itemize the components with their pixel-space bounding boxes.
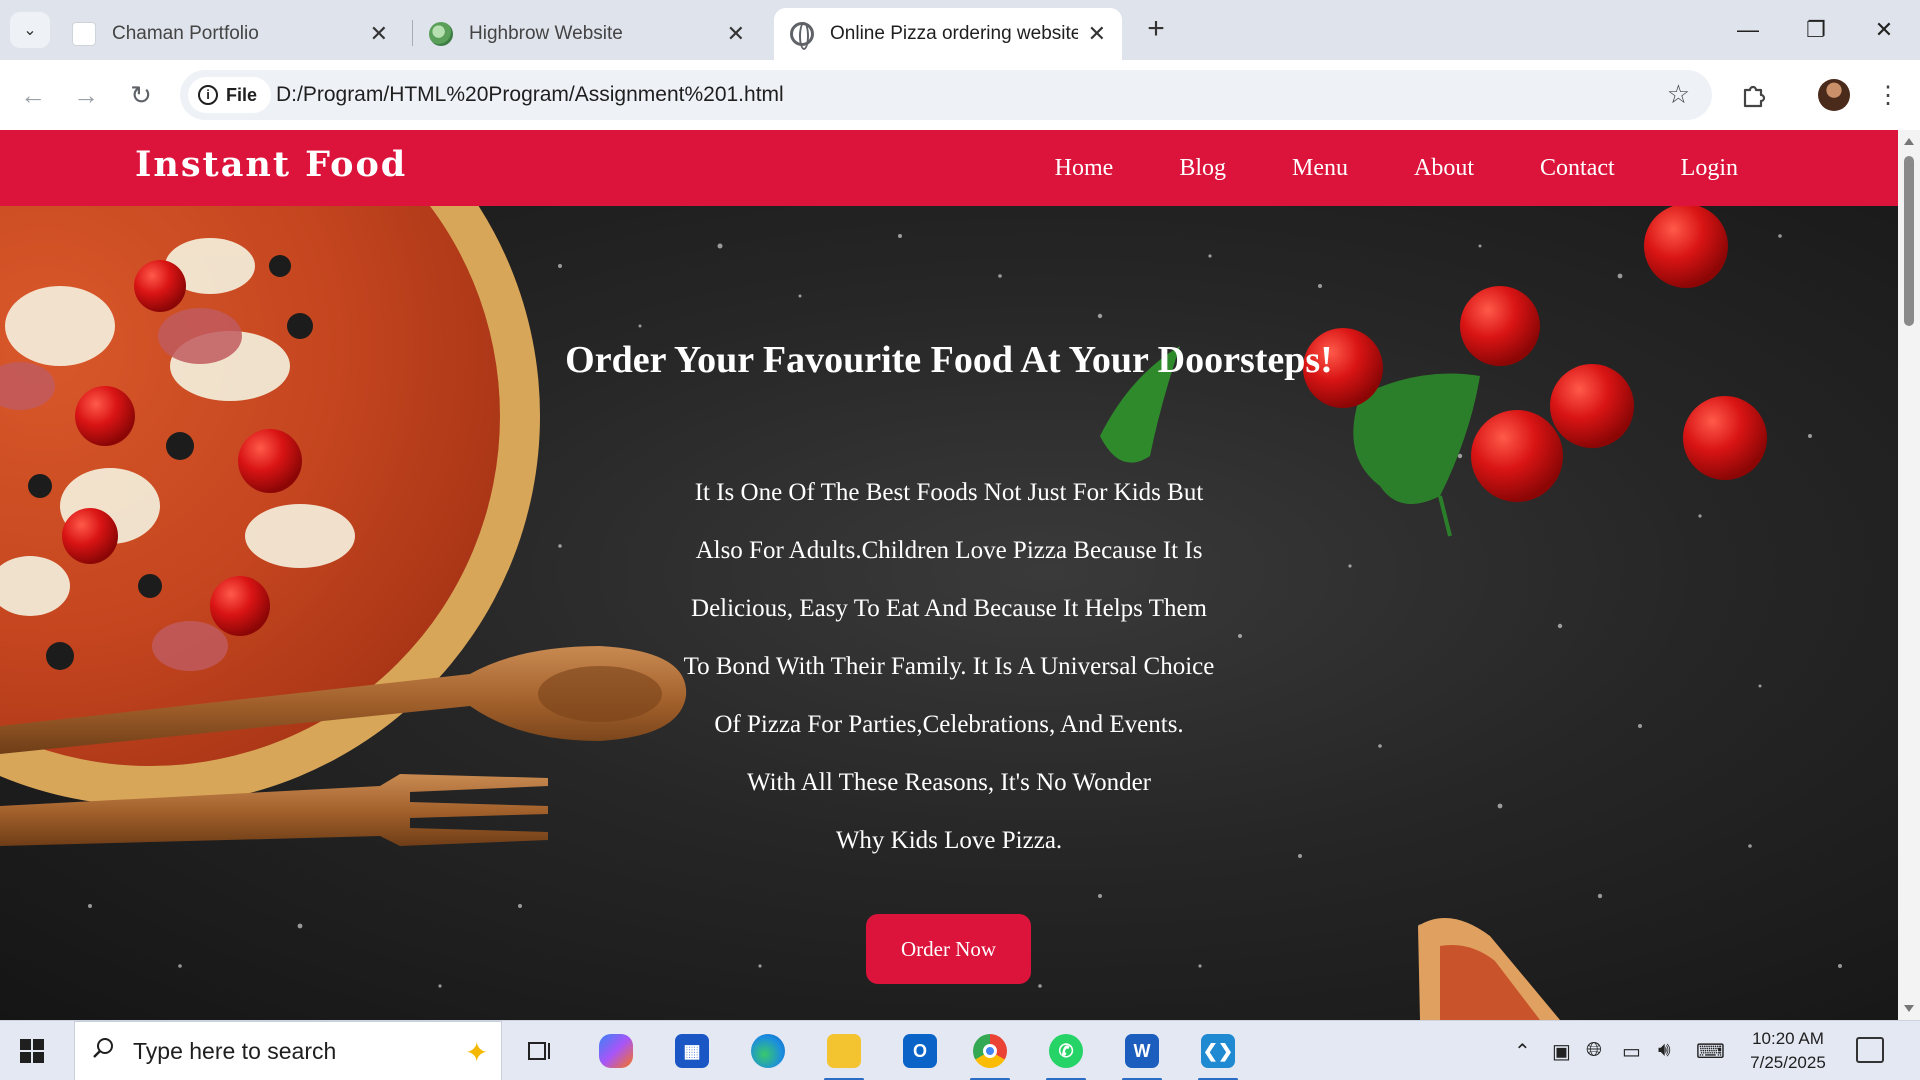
arrow-right-icon: → [73,79,99,110]
taskbar-clock[interactable]: 10:20 AM 7/25/2025 [1728,1027,1848,1075]
hero-title: Order Your Favourite Food At Your Doorst… [565,339,1333,381]
back-button[interactable]: ← [15,77,51,113]
outlook-glyph: O [903,1034,937,1068]
keyboard-icon[interactable]: ⌨ [1696,1039,1725,1064]
hero-description-line: To Bond With Their Family. It Is A Unive… [683,653,1215,680]
page-viewport: Instant Food Home Blog Menu About Contac… [0,130,1898,1020]
browser-toolbar: ← → ↻ i File D:/Program/HTML%20Program/A… [0,60,1920,130]
network-globe-icon[interactable]: 🌐︎ [1586,1039,1602,1062]
arrow-left-icon: ← [20,79,46,110]
chrome-glyph [973,1034,1007,1068]
hero-description-line: Of Pizza For Parties,Celebrations, And E… [714,711,1184,738]
nav-contact-link[interactable]: Contact [1540,155,1615,182]
show-hidden-icons-chevron-icon[interactable]: ⌃ [1514,1039,1531,1064]
outlook-icon[interactable]: O [896,1029,944,1073]
document-icon [72,22,96,46]
page-scrollbar[interactable] [1898,130,1920,1020]
edge-icon[interactable] [744,1029,792,1073]
reload-icon: ↻ [130,79,152,110]
windows-taskbar: Type here to search ✦ ▦ O ✆ W ❮❯ ⌃ ▣ 🌐︎ … [0,1020,1920,1080]
clock-date: 7/25/2025 [1750,1053,1826,1072]
word-icon[interactable]: W [1118,1029,1166,1080]
hero-description-line: With All These Reasons, It's No Wonder [747,769,1151,796]
more-vertical-icon: ⋮ [1876,81,1900,109]
copilot-sparkle-icon: ✦ [465,1037,489,1068]
tab-title: Online Pizza ordering website [830,23,1078,44]
close-tab-icon[interactable]: ✕ [370,21,388,47]
address-bar[interactable]: i File D:/Program/HTML%20Program/Assignm… [180,70,1712,120]
store-glyph: ▦ [675,1034,709,1068]
minimize-button[interactable]: — [1718,8,1778,52]
file-explorer-icon[interactable] [820,1029,868,1080]
hero-section: Order Your Favourite Food At Your Doorst… [0,206,1898,1020]
globe-icon [790,22,814,50]
taskbar-search-box[interactable]: Type here to search ✦ [74,1021,502,1080]
copilot-icon[interactable] [592,1029,640,1073]
taskbar-search-placeholder: Type here to search [133,1038,337,1064]
browser-menu-button[interactable]: ⋮ [1870,77,1906,113]
profile-avatar[interactable] [1818,79,1850,111]
task-view-icon[interactable] [516,1029,564,1073]
nav-about-link[interactable]: About [1414,155,1474,182]
hero-description-line: Why Kids Love Pizza. [835,827,1063,854]
search-icon [93,1038,113,1058]
scroll-down-arrow-icon[interactable] [1904,1005,1914,1012]
scrollbar-thumb[interactable] [1904,156,1914,326]
nav-blog-link[interactable]: Blog [1179,155,1226,182]
edge-glyph [751,1034,785,1068]
tab-title: Chaman Portfolio [112,23,259,44]
tab-chaman-portfolio[interactable]: Chaman Portfolio ✕ [56,8,404,60]
url-text[interactable]: D:/Program/HTML%20Program/Assignment%201… [276,83,784,107]
browser-tabstrip: ⌄ Chaman Portfolio ✕ Highbrow Website ✕ … [0,0,1920,60]
vscode-icon[interactable]: ❮❯ [1194,1029,1242,1080]
hero-description-line: Also For Adults.Children Love Pizza Beca… [695,537,1203,564]
site-info-chip[interactable]: i File [188,77,272,113]
windows-start-icon[interactable] [20,1039,44,1063]
meet-now-icon[interactable]: ▣ [1552,1039,1571,1064]
info-icon: i [198,85,218,105]
folder-glyph [827,1034,861,1068]
battery-icon[interactable]: ▭ [1622,1039,1641,1064]
tab-online-pizza-ordering[interactable]: Online Pizza ordering website ✕ [774,8,1122,60]
chevron-down-icon: ⌄ [23,22,37,39]
close-tab-icon[interactable]: ✕ [727,21,745,47]
word-glyph: W [1125,1034,1159,1068]
nav-menu-link[interactable]: Menu [1292,155,1348,182]
tab-search-button[interactable]: ⌄ [10,12,50,48]
site-menu: Home Blog Menu About Contact Login [1055,130,1738,206]
tab-title: Highbrow Website [469,23,623,44]
close-window-button[interactable]: ✕ [1854,8,1914,52]
close-tab-icon[interactable]: ✕ [1088,21,1106,47]
volume-icon[interactable]: 🔊︎ [1658,1039,1671,1062]
new-tab-button[interactable]: + [1138,12,1174,48]
reload-button[interactable]: ↻ [123,77,159,113]
extensions-button[interactable] [1736,77,1772,113]
site-brand-logo[interactable]: Instant Food [135,144,407,185]
restore-button[interactable]: ❐ [1786,8,1846,52]
whatsapp-icon[interactable]: ✆ [1042,1029,1090,1080]
whatsapp-glyph: ✆ [1049,1034,1083,1068]
site-chip-label: File [226,84,258,105]
scroll-up-arrow-icon[interactable] [1904,138,1914,145]
site-navbar: Instant Food Home Blog Menu About Contac… [0,130,1898,206]
puzzle-icon [1743,85,1766,108]
clock-time: 10:20 AM [1752,1029,1824,1048]
nav-home-link[interactable]: Home [1055,155,1114,182]
copilot-glyph [599,1034,633,1068]
tab-highbrow-website[interactable]: Highbrow Website ✕ [413,8,761,60]
notification-center-icon[interactable] [1856,1037,1884,1063]
vscode-glyph: ❮❯ [1201,1034,1235,1068]
leaf-logo-icon [429,22,453,46]
hero-description-line: It Is One Of The Best Foods Not Just For… [694,479,1204,506]
task-view-glyph [528,1042,550,1060]
order-now-button[interactable]: Order Now [866,914,1031,984]
hero-description-line: Delicious, Easy To Eat And Because It He… [691,595,1207,622]
hero-description: It Is One Of The Best Foods Not Just For… [549,464,1349,870]
chrome-icon[interactable] [966,1029,1014,1080]
bookmark-star-icon[interactable]: ☆ [1667,79,1690,110]
microsoft-store-icon[interactable]: ▦ [668,1029,716,1073]
forward-button[interactable]: → [68,77,104,113]
nav-login-link[interactable]: Login [1681,155,1738,182]
